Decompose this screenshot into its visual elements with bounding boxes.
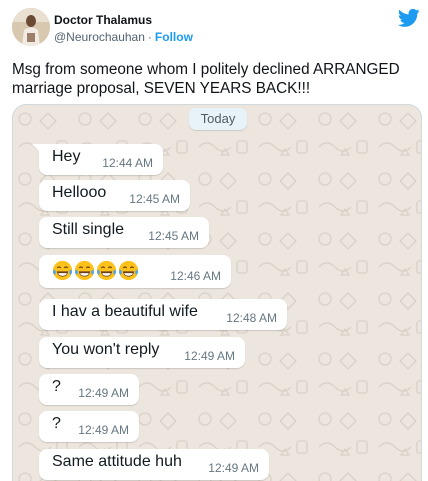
message-text: I hav a beautiful wife (52, 303, 198, 320)
message-text: ? (52, 415, 61, 432)
message-text: Same attitude huh (52, 453, 182, 470)
message-time: 12:49 AM (78, 386, 129, 400)
bubble-tail (32, 144, 44, 156)
date-separator: Today (189, 108, 247, 130)
message-time: 12:48 AM (226, 311, 277, 325)
message-time: 12:49 AM (208, 461, 259, 475)
tears-of-joy-emoji (52, 260, 73, 281)
message-text: Hellooo (52, 184, 107, 201)
tweet-media-chat-screenshot[interactable]: Today Hey 12:44 AM Hellooo 12:45 AM Stil… (12, 104, 422, 481)
message-time: 12:44 AM (102, 156, 153, 170)
author-handle[interactable]: @Neurochauhan (54, 30, 145, 44)
message-bubble[interactable]: I hav a beautiful wife 12:48 AM (39, 299, 287, 330)
tears-of-joy-emoji (118, 260, 139, 281)
message-bubble[interactable]: Hey 12:44 AM (32, 144, 163, 175)
message-time: 12:45 AM (148, 229, 199, 243)
message-time: 12:49 AM (184, 349, 235, 363)
message-bubble[interactable]: ? 12:49 AM (39, 374, 139, 405)
message-time: 12:49 AM (78, 423, 129, 437)
tears-of-joy-emoji (74, 260, 95, 281)
message-bubble[interactable]: Still single 12:45 AM (39, 217, 209, 248)
emoji-row (52, 260, 140, 283)
message-bubble[interactable]: You won't reply 12:49 AM (39, 337, 245, 368)
message-text: ? (52, 378, 61, 395)
tweet-text: Msg from someone whom I politely decline… (12, 61, 400, 97)
message-bubble[interactable]: 12:46 AM (39, 255, 231, 288)
message-time: 12:45 AM (129, 192, 180, 206)
avatar[interactable] (12, 8, 50, 46)
twitter-bird-icon[interactable] (398, 8, 420, 28)
message-bubble[interactable]: ? 12:49 AM (39, 411, 139, 442)
message-text: Still single (52, 221, 125, 238)
message-bubble[interactable]: Hellooo 12:45 AM (39, 180, 190, 211)
separator-dot: · (147, 30, 152, 44)
message-text: You won't reply (52, 341, 160, 358)
message-time: 12:46 AM (170, 269, 221, 283)
author-name[interactable]: Doctor Thalamus (54, 13, 152, 27)
tweet-header: Doctor Thalamus @Neurochauhan · Follow (0, 0, 428, 52)
message-bubble[interactable]: Same attitude huh 12:49 AM (39, 449, 269, 480)
tears-of-joy-emoji (96, 260, 117, 281)
author-meta: @Neurochauhan · Follow (54, 30, 193, 44)
follow-button[interactable]: Follow (155, 30, 193, 44)
message-text: Hey (52, 148, 81, 165)
